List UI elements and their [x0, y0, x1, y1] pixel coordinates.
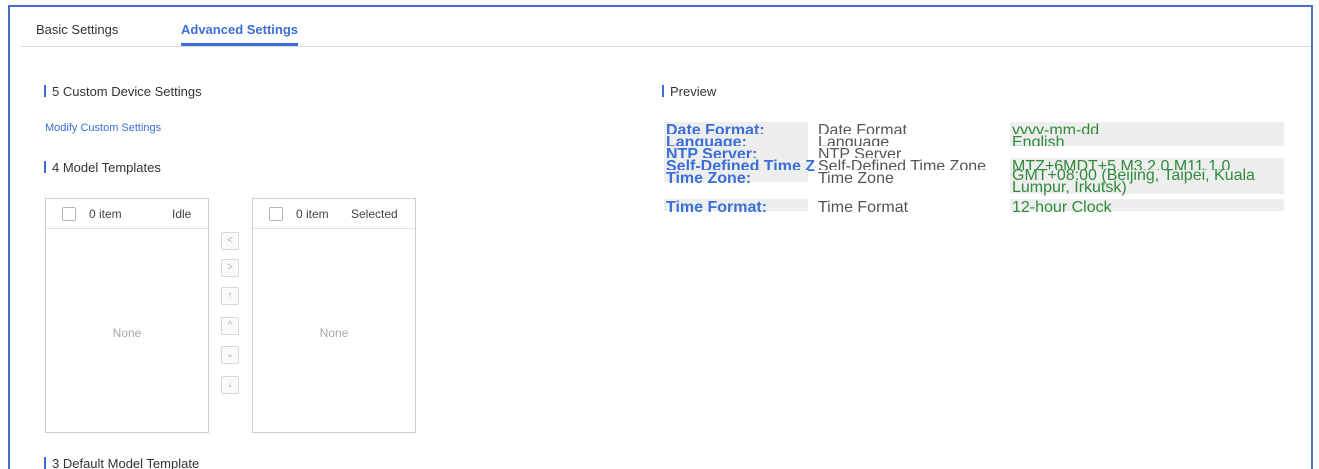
preview-section-title: Preview	[662, 84, 716, 100]
section-bar	[44, 161, 46, 173]
preview-name-time-format: Time Format	[816, 199, 1006, 216]
selected-list-header: 0 item Selected	[253, 199, 415, 229]
preview-label-ntp-server: NTP Server:	[664, 146, 808, 163]
idle-empty-text: None	[112, 326, 142, 340]
preview-name-ntp-server: NTP Server	[816, 146, 1006, 163]
section-bar	[44, 85, 46, 97]
default-model-title-text: 3 Default Model Template	[52, 456, 200, 469]
preview-value-time-format: 12-hour Clock	[1010, 199, 1284, 216]
preview-label-date-format: Date Format:	[664, 122, 808, 139]
tab-basic-settings[interactable]: Basic Settings	[36, 16, 118, 46]
move-up-button[interactable]: ^	[221, 317, 239, 335]
modify-custom-settings-link[interactable]: Modify Custom Settings	[45, 122, 161, 134]
preview-label-self-defined-time-zone: Self-Defined Time Zone:	[664, 158, 849, 175]
preview-label-language: Language:	[664, 134, 808, 151]
preview-name-self-defined-time-zone: Self-Defined Time Zone	[816, 158, 1006, 175]
preview-value-ntp-server	[1010, 146, 1284, 158]
preview-name-date-format: Date Format	[816, 122, 1006, 139]
section-bar	[662, 85, 664, 97]
move-left-button[interactable]: <	[221, 232, 239, 250]
preview-title-text: Preview	[670, 84, 717, 99]
preview-value-time-zone: GMT+08:00 (Beijing, Taipei, Kuala Lumpur…	[1010, 168, 1284, 196]
idle-item-count: 0 item	[89, 207, 122, 221]
selected-item-count: 0 item	[296, 207, 329, 221]
selected-empty-text: None	[319, 326, 349, 340]
selected-list-label: Selected	[351, 207, 398, 221]
custom-device-title-text: 5 Custom Device Settings	[52, 84, 202, 99]
selected-template-list: 0 item Selected None	[252, 198, 416, 433]
selected-select-all-checkbox[interactable]	[269, 207, 283, 221]
preview-label-time-zone: Time Zone:	[664, 170, 808, 187]
idle-template-list: 0 item Idle None	[45, 198, 209, 433]
preview-value-language: English	[1010, 134, 1284, 151]
preview-label-time-format: Time Format:	[664, 199, 808, 216]
tab-divider	[20, 46, 1311, 47]
move-right-button[interactable]: >	[221, 259, 239, 277]
preview-name-language: Language	[816, 134, 1006, 151]
preview-value-date-format: yyyy-mm-dd	[1010, 122, 1284, 139]
default-model-section-title: 3 Default Model Template	[44, 456, 199, 469]
idle-select-all-checkbox[interactable]	[62, 207, 76, 221]
move-bottom-button[interactable]: ↓	[221, 376, 239, 394]
move-top-button[interactable]: ↑	[221, 287, 239, 305]
tab-advanced-settings[interactable]: Advanced Settings	[181, 16, 299, 46]
section-bar	[44, 457, 46, 469]
move-down-button[interactable]: ⌄	[221, 346, 239, 364]
idle-list-header: 0 item Idle	[46, 199, 208, 229]
custom-device-section-title: 5 Custom Device Settings	[44, 84, 202, 100]
model-templates-section-title: 4 Model Templates	[44, 160, 161, 176]
idle-list-label: Idle	[172, 207, 192, 221]
model-templates-title-text: 4 Model Templates	[52, 160, 161, 175]
preview-name-time-zone: Time Zone	[816, 170, 1006, 187]
